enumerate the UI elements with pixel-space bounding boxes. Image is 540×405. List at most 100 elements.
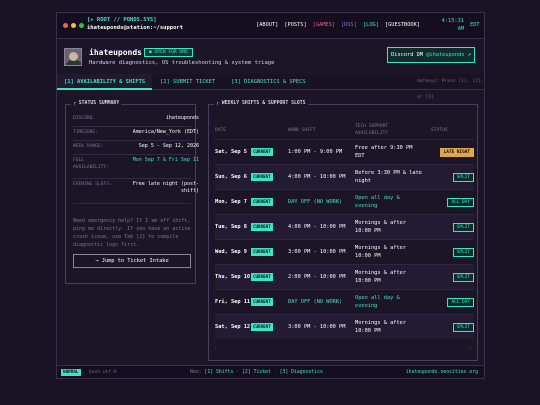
table-row: Sun, Sep 6 CURRENT 4:00 PM - 10:00 PM Befor…	[215, 164, 474, 189]
table-row: Mon, Sep 7 CURRENT DAY OFF (NO WORK) Open a…	[215, 189, 474, 214]
hotkeys-hint: Hotkeys: Press [1], [2], or [3]	[417, 79, 484, 100]
footer-nav-shifts[interactable]: [1] Shifts	[204, 370, 233, 375]
row-status-badge: ALL DAY	[447, 198, 474, 207]
jump-to-ticket-button[interactable]: → Jump to Ticket Intake	[73, 254, 191, 268]
nav-link-games[interactable]: [GAMES]	[313, 22, 335, 28]
app-window: [+ ROOT // PONDS.SYS] ihateuponds@statio…	[56, 12, 485, 379]
current-badge: CURRENT	[251, 173, 273, 181]
row-status-badge: LATE NIGHT	[439, 148, 474, 157]
current-badge: CURRENT	[251, 323, 273, 331]
row-availability: Mornings & after 10:00 PM	[355, 245, 407, 259]
row-shift: DAY OFF (NO WORK)	[288, 199, 343, 205]
top-bar: [+ ROOT // PONDS.SYS] ihateuponds@statio…	[57, 13, 484, 39]
row-date: Fri, Sep 11	[215, 299, 251, 305]
close-dot-icon[interactable]	[63, 23, 68, 28]
row-shift: 1:00 PM - 9:00 PM	[288, 149, 343, 155]
discord-dm-button[interactable]: Discord DM @ihateuponds ↗	[387, 47, 475, 63]
table-row: Wed, Sep 9 CURRENT 3:00 PM - 10:00 PM Morni…	[215, 239, 474, 264]
mode-badge: NORMAL	[61, 369, 81, 376]
row-date: Sun, Sep 6	[215, 174, 247, 180]
prompt-user: ihateuponds	[87, 25, 124, 31]
row-date: Wed, Sep 9	[215, 249, 247, 255]
external-link-icon: ↗	[464, 52, 471, 58]
current-badge: CURRENT	[251, 198, 273, 206]
row-shift: 4:00 PM - 10:00 PM	[288, 174, 346, 180]
profile-tagline: Hardware diagnostics, OS troubleshooting…	[89, 60, 275, 66]
divider	[73, 154, 191, 155]
avatar	[64, 48, 82, 66]
profile-name: ihateuponds	[89, 48, 142, 57]
table-row: Tue, Sep 8 CURRENT 4:00 PM - 10:00 PM Morni…	[215, 214, 474, 239]
col-header-availability: TECH SUPPORT AVAILABILITY	[355, 124, 389, 136]
row-availability: Mornings & after 10:00 PM	[355, 270, 407, 284]
row-shift: 3:00 PM - 10:00 PM	[288, 249, 346, 255]
row-status-badge: ALL DAY	[447, 298, 474, 307]
row-shift: 3:00 PM - 10:00 PM	[288, 324, 346, 330]
nav-link-log[interactable]: [LOG]	[363, 22, 379, 28]
footer-nav-ticket[interactable]: [2] Ticket	[242, 370, 271, 375]
row-date: Sat, Sep 12	[215, 324, 251, 330]
weekly-shifts-title: ┌ WEEKLY SHIFTS & SUPPORT SLOTS	[214, 101, 308, 106]
row-status-badge: SPLIT	[452, 248, 474, 257]
prompt-host-path: @station:~/support	[123, 25, 184, 31]
status-bar: NORMAL bash utf-8 Nav: [1] Shifts · [2] …	[57, 365, 484, 378]
encoding-label: bash utf-8	[89, 370, 117, 375]
tab-submit-ticket[interactable]: [2] SUBMIT TICKET	[160, 74, 215, 90]
current-badge: CURRENT	[251, 298, 273, 306]
row-status-badge: SPLIT	[452, 173, 474, 182]
minimize-dot-icon[interactable]	[71, 23, 76, 28]
divider	[73, 178, 191, 179]
row-date: Sat, Sep 5	[215, 149, 247, 155]
emergency-help-text: Need emergency help? If I am off shift, …	[73, 218, 191, 248]
brand-title: [+ ROOT // PONDS.SYS]	[87, 17, 157, 23]
nav-link-rss[interactable]: [RSS]	[341, 22, 357, 28]
row-availability: Open all day & evening	[355, 295, 400, 309]
table-row: Sat, Sep 12 CURRENT 3:00 PM - 10:00 PM Morn…	[215, 314, 474, 339]
status-summary-title: ┌ STATUS SUMMARY	[71, 101, 122, 106]
current-badge: CURRENT	[251, 248, 273, 256]
clock-ampm: AM	[457, 26, 464, 32]
table-row: Thu, Sep 10 CURRENT 2:00 PM - 10:00 PM Morn…	[215, 264, 474, 289]
row-availability: Mornings & after 10:00 PM	[355, 220, 407, 234]
status-summary-panel: ┌ STATUS SUMMARY DISCORD: ihateuponds TIM…	[65, 101, 199, 284]
tab-availability[interactable]: [1] AVAILABILITY & SHIFTS	[57, 74, 152, 90]
weekly-shifts-panel: ┌ WEEKLY SHIFTS & SUPPORT SLOTS DATE WOR…	[208, 101, 478, 361]
table-row: Sat, Sep 5 CURRENT 1:00 PM - 9:00 PM Free a…	[215, 139, 474, 164]
row-date: Thu, Sep 10	[215, 274, 251, 280]
nav-link-about[interactable]: [ABOUT]	[256, 22, 278, 28]
row-status-badge: SPLIT	[452, 273, 474, 282]
divider	[73, 140, 191, 141]
window-controls	[63, 23, 84, 28]
top-nav: [ABOUT] [POSTS] [GAMES] [RSS] [LOG] [GUESTBOO…	[256, 22, 420, 28]
brand: [+ ROOT // PONDS.SYS] ihateuponds@statio…	[87, 16, 183, 32]
row-shift: 2:00 PM - 10:00 PM	[288, 274, 346, 280]
panel-bottom-border: └	[214, 347, 218, 353]
col-header-status: STATUS	[431, 128, 448, 133]
row-date: Mon, Sep 7	[215, 199, 247, 205]
current-badge: CURRENT	[251, 148, 273, 156]
row-status-badge: SPLIT	[452, 323, 474, 332]
col-header-date: DATE	[215, 128, 227, 133]
nav-link-posts[interactable]: [POSTS]	[284, 22, 306, 28]
maximize-dot-icon[interactable]	[79, 23, 84, 28]
row-shift: DAY OFF (NO WORK)	[288, 299, 343, 305]
timezone-label: EDT	[470, 22, 480, 28]
clock-time: 4:15:31	[441, 18, 464, 24]
open-for-dms-badge: ● OPEN FOR DMS	[144, 48, 193, 57]
tab-bar: [1] AVAILABILITY & SHIFTS [2] SUBMIT TIC…	[57, 74, 484, 100]
footer-nav: Nav: [1] Shifts · [2] Ticket · [3] Diagn…	[190, 370, 323, 375]
discord-handle: @ihateuponds	[426, 52, 465, 58]
divider	[73, 203, 191, 204]
row-availability: Before 3:30 PM & late night	[355, 170, 422, 184]
current-badge: CURRENT	[251, 273, 273, 281]
tab-diagnostics[interactable]: [3] DIAGNOSTICS & SPECS	[231, 74, 306, 90]
row-availability: Mornings & after 10:00 PM	[355, 320, 407, 334]
status-row-full-availability: FULL AVAILABILITY: Mon Sep 7 & Fri Sep 11	[73, 157, 199, 170]
panel-bottom-border-end: ┘	[468, 347, 472, 353]
site-url[interactable]: ihateuponds.neocities.org	[406, 366, 478, 378]
footer-nav-diagnostics[interactable]: [3] Diagnostics	[280, 370, 323, 375]
current-badge: CURRENT	[251, 223, 273, 231]
row-date: Tue, Sep 8	[215, 224, 247, 230]
divider	[73, 126, 191, 127]
nav-link-guestbook[interactable]: [GUESTBOOK]	[385, 22, 420, 28]
